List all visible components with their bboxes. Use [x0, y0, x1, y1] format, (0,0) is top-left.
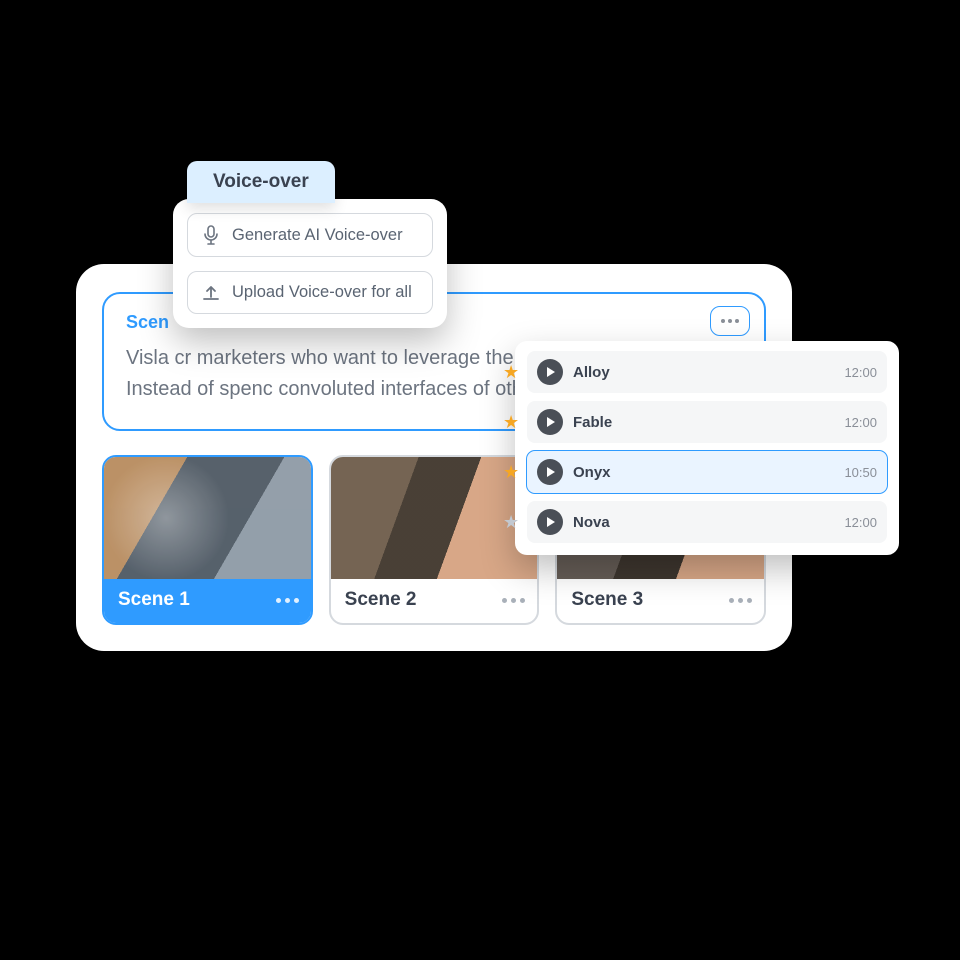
star-icon[interactable]: ★: [503, 363, 519, 381]
voice-duration: 12:00: [844, 365, 877, 380]
voiceover-panel: Voice-over Generate AI Voice-over Upload…: [173, 199, 447, 328]
scene-card-1[interactable]: Scene 1: [102, 455, 313, 625]
voice-name: Nova: [573, 514, 834, 531]
more-icon[interactable]: [276, 598, 299, 603]
voice-row-fable[interactable]: ★ Fable 12:00: [527, 401, 887, 443]
voice-name: Onyx: [573, 464, 834, 481]
scene-label: Scene 3: [571, 589, 643, 611]
upload-icon: [202, 284, 220, 302]
star-icon[interactable]: ★: [503, 463, 519, 481]
play-icon[interactable]: [537, 409, 563, 435]
star-icon[interactable]: ★: [503, 513, 519, 531]
scene-footer: Scene 2: [331, 579, 538, 623]
play-icon[interactable]: [537, 459, 563, 485]
more-icon[interactable]: [502, 598, 525, 603]
voice-duration: 12:00: [844, 415, 877, 430]
scene-label-short: Scen: [126, 312, 169, 333]
mic-icon: [202, 225, 220, 245]
voice-row-onyx[interactable]: ★ Onyx 10:50: [527, 451, 887, 493]
scene-label: Scene 1: [118, 589, 190, 611]
play-icon[interactable]: [537, 359, 563, 385]
voice-name: Alloy: [573, 364, 834, 381]
scene-footer: Scene 3: [557, 579, 764, 623]
scene-script-more-button[interactable]: [710, 306, 750, 336]
voice-row-nova[interactable]: ★ Nova 12:00: [527, 501, 887, 543]
voice-duration: 10:50: [844, 465, 877, 480]
scene-thumbnail: [104, 457, 311, 579]
voice-list-panel: ★ Alloy 12:00 ★ Fable 12:00 ★ Onyx 10:50…: [515, 341, 899, 555]
star-icon[interactable]: ★: [503, 413, 519, 431]
voice-row-alloy[interactable]: ★ Alloy 12:00: [527, 351, 887, 393]
voice-name: Fable: [573, 414, 834, 431]
scene-footer: Scene 1: [104, 579, 311, 623]
generate-ai-voiceover-label: Generate AI Voice-over: [232, 226, 403, 245]
scene-label: Scene 2: [345, 589, 417, 611]
upload-voiceover-label: Upload Voice-over for all: [232, 283, 412, 302]
voice-duration: 12:00: [844, 515, 877, 530]
voiceover-tab[interactable]: Voice-over: [187, 161, 335, 203]
upload-voiceover-button[interactable]: Upload Voice-over for all: [187, 271, 433, 314]
play-icon[interactable]: [537, 509, 563, 535]
generate-ai-voiceover-button[interactable]: Generate AI Voice-over: [187, 213, 433, 257]
more-icon[interactable]: [729, 598, 752, 603]
